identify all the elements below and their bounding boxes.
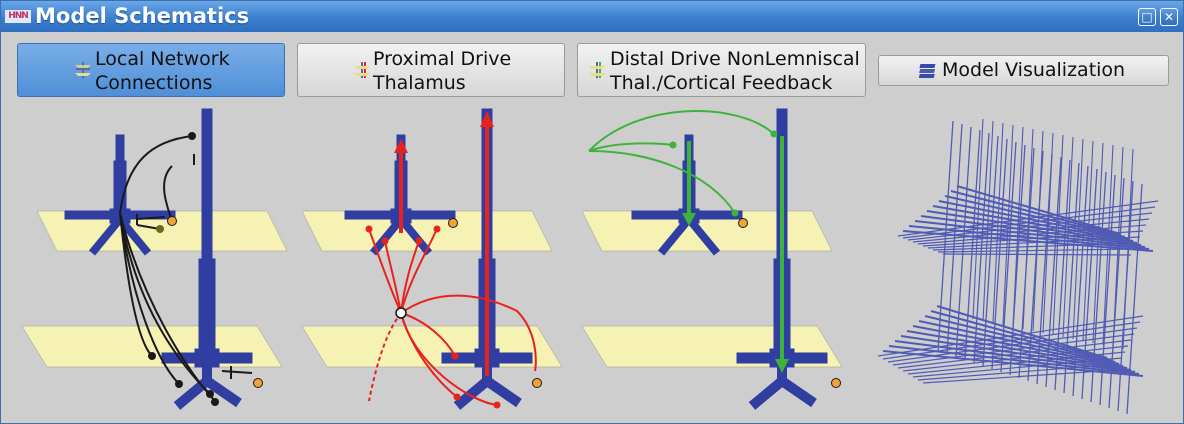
proximal-drive-icon	[354, 62, 370, 78]
proximal-drive-schematic	[301, 108, 563, 410]
proximal-source-point	[395, 307, 407, 319]
distal-drive-tab-button[interactable]: Distal Drive NonLemniscal Thal./Cortical…	[577, 43, 866, 97]
model-visualization-render	[877, 118, 1159, 415]
tab-label: Distal Drive NonLemniscal Thal./Cortical…	[610, 48, 860, 94]
local-network-schematic	[21, 108, 287, 410]
model-schematics-window: HNN Model Schematics □ ✕ Local Network C…	[0, 0, 1184, 424]
maximize-button[interactable]: □	[1138, 8, 1156, 26]
model-visualization-tab-button[interactable]: Model Visualization	[878, 55, 1169, 86]
tab-label: Proximal Drive Thalamus	[373, 48, 512, 94]
tab-label: Local Network Connections	[95, 48, 230, 94]
proximal-drive-tab-button[interactable]: Proximal Drive Thalamus	[297, 43, 565, 97]
hnn-logo-icon: HNN	[5, 10, 31, 23]
model-wire	[955, 126, 972, 358]
local-network-tab-button[interactable]: Local Network Connections	[17, 43, 285, 97]
titlebar[interactable]: HNN Model Schematics □ ✕	[1, 1, 1183, 32]
distal-drive-schematic	[581, 108, 843, 410]
model-layers-icon	[919, 64, 936, 78]
lower-layer-neuron	[161, 108, 253, 410]
distal-drive-icon	[589, 62, 605, 78]
window-title: Model Schematics	[35, 4, 250, 28]
model-wire	[942, 253, 1132, 256]
close-button[interactable]: ✕	[1160, 8, 1178, 26]
tab-label: Model Visualization	[942, 59, 1126, 81]
network-icon	[75, 62, 91, 78]
